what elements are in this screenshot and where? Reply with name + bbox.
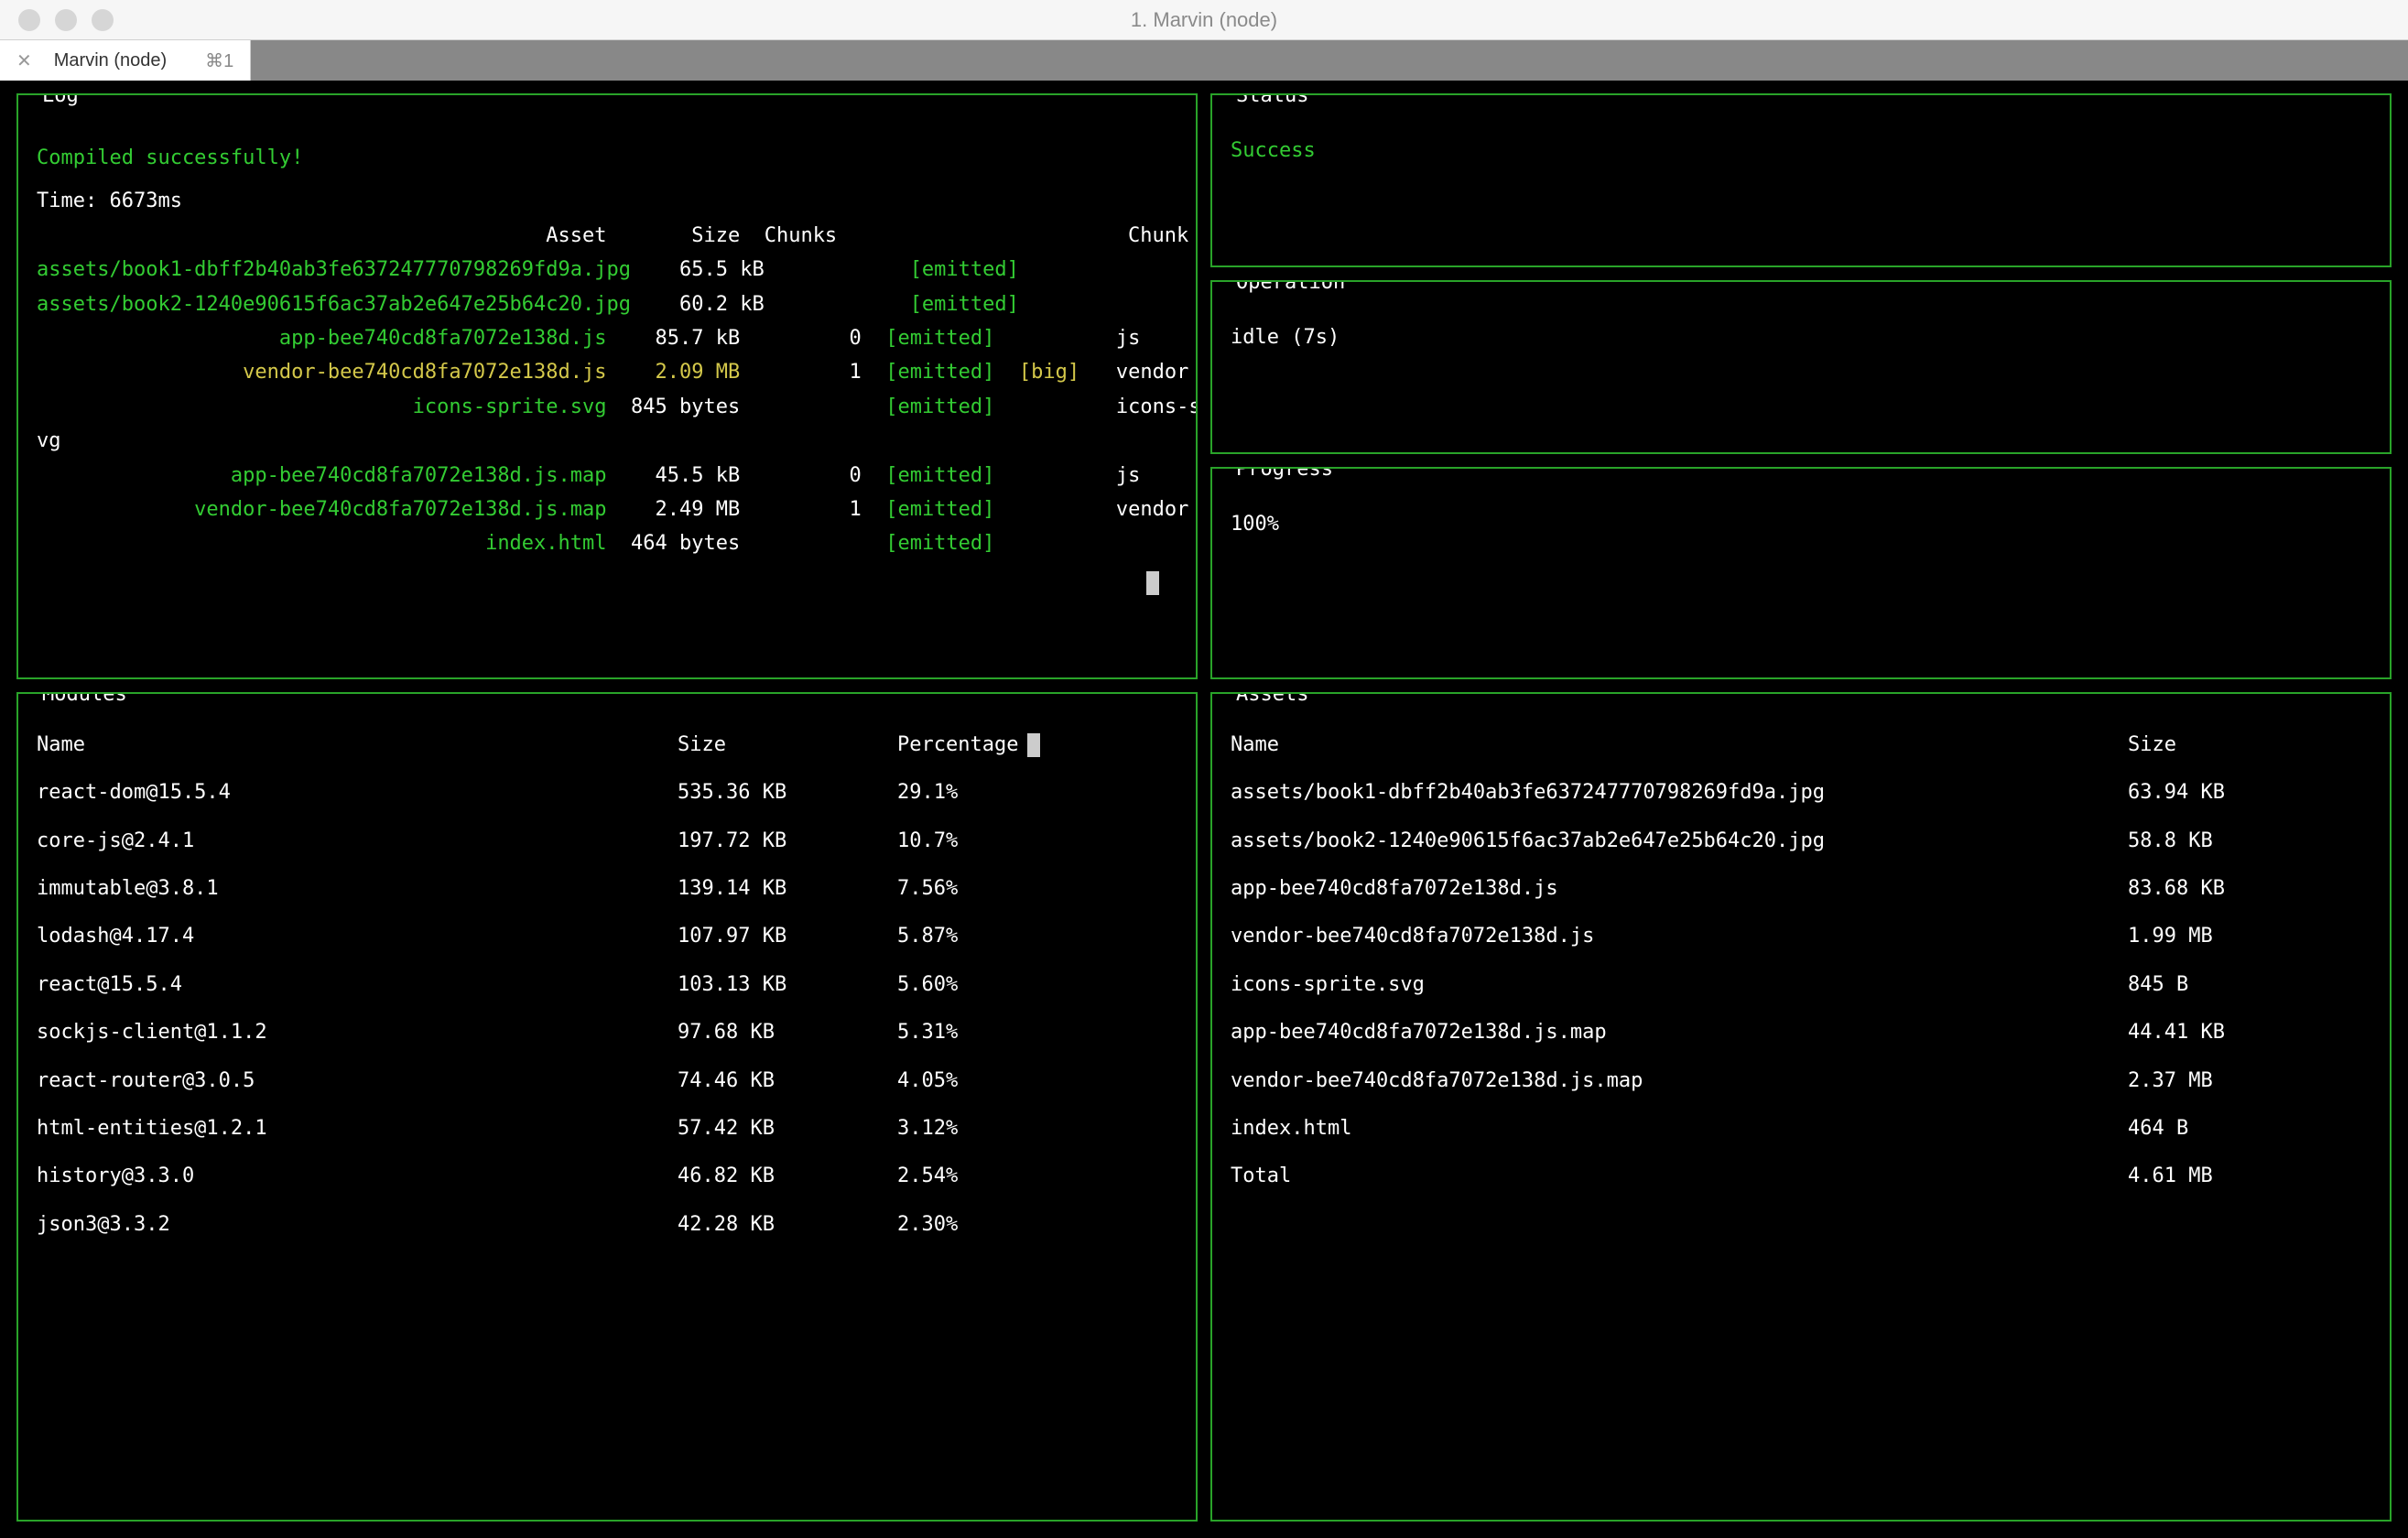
asset-name: app-bee740cd8fa7072e138d.js bbox=[1231, 865, 2128, 913]
asset-size: 2.37 MB bbox=[2128, 1057, 2371, 1105]
asset-size: 4.61 MB bbox=[2128, 1153, 2371, 1200]
module-name: html-entities@1.2.1 bbox=[37, 1105, 678, 1153]
terminal-area[interactable]: Log Compiled successfully! Time: 6673ms … bbox=[0, 81, 2408, 1538]
module-size: 57.42 KB bbox=[678, 1105, 897, 1153]
asset-name: icons-sprite.svg bbox=[1231, 961, 2128, 1009]
tab-bar: ✕ Marvin (node) ⌘1 bbox=[0, 40, 2408, 81]
module-pct: 5.31% bbox=[897, 1009, 1177, 1056]
module-size: 42.28 KB bbox=[678, 1201, 897, 1249]
operation-panel: Operation idle (7s) bbox=[1210, 280, 2392, 454]
asset-name: Total bbox=[1231, 1153, 2128, 1200]
module-name: core-js@2.4.1 bbox=[37, 818, 678, 865]
module-size: 139.14 KB bbox=[678, 865, 897, 913]
module-pct: 4.05% bbox=[897, 1057, 1177, 1105]
tab-label: Marvin (node) bbox=[54, 50, 167, 71]
progress-panel: Progress 100% bbox=[1210, 467, 2392, 679]
module-name: history@3.3.0 bbox=[37, 1153, 678, 1200]
module-name: react-router@3.0.5 bbox=[37, 1057, 678, 1105]
asset-name: app-bee740cd8fa7072e138d.js.map bbox=[1231, 1009, 2128, 1056]
window-controls bbox=[0, 9, 114, 31]
asset-size: 63.94 KB bbox=[2128, 769, 2371, 817]
zoom-window-icon[interactable] bbox=[92, 9, 114, 31]
modules-col-pct: Percentage bbox=[897, 721, 1177, 769]
module-pct: 2.54% bbox=[897, 1153, 1177, 1200]
log-time-line: Time: 6673ms bbox=[37, 184, 1177, 218]
assets-col-size: Size bbox=[2128, 721, 2371, 769]
tab-shortcut: ⌘1 bbox=[205, 49, 233, 72]
asset-size: 83.68 KB bbox=[2128, 865, 2371, 913]
asset-size: 1.99 MB bbox=[2128, 913, 2371, 960]
module-name: sockjs-client@1.1.2 bbox=[37, 1009, 678, 1056]
asset-size: 845 B bbox=[2128, 961, 2371, 1009]
progress-value: 100% bbox=[1231, 509, 2371, 540]
asset-size: 44.41 KB bbox=[2128, 1009, 2371, 1056]
asset-name: vendor-bee740cd8fa7072e138d.js bbox=[1231, 913, 2128, 960]
module-pct: 10.7% bbox=[897, 818, 1177, 865]
module-name: immutable@3.8.1 bbox=[37, 865, 678, 913]
minimize-window-icon[interactable] bbox=[55, 9, 77, 31]
asset-name: index.html bbox=[1231, 1105, 2128, 1153]
module-pct: 3.12% bbox=[897, 1105, 1177, 1153]
status-panel: Status Success bbox=[1210, 93, 2392, 267]
tab-active[interactable]: ✕ Marvin (node) ⌘1 bbox=[0, 40, 251, 81]
module-size: 74.46 KB bbox=[678, 1057, 897, 1105]
asset-name: assets/book1-dbff2b40ab3fe63724777079826… bbox=[1231, 769, 2128, 817]
module-size: 107.97 KB bbox=[678, 913, 897, 960]
modules-col-name: Name bbox=[37, 721, 678, 769]
module-name: react@15.5.4 bbox=[37, 961, 678, 1009]
cursor-icon bbox=[1146, 571, 1159, 595]
status-value: Success bbox=[1231, 135, 2371, 167]
modules-col-size: Size bbox=[678, 721, 897, 769]
module-name: lodash@4.17.4 bbox=[37, 913, 678, 960]
window-titlebar: 1. Marvin (node) bbox=[0, 0, 2408, 40]
module-name: react-dom@15.5.4 bbox=[37, 769, 678, 817]
module-pct: 7.56% bbox=[897, 865, 1177, 913]
log-table: Asset Size Chunks Chunk Names assets/boo… bbox=[37, 219, 1177, 561]
module-size: 46.82 KB bbox=[678, 1153, 897, 1200]
cursor-icon bbox=[1027, 733, 1040, 757]
asset-name: vendor-bee740cd8fa7072e138d.js.map bbox=[1231, 1057, 2128, 1105]
close-tab-icon[interactable]: ✕ bbox=[16, 49, 32, 72]
modules-panel-title: Modules bbox=[37, 692, 133, 710]
log-panel-title: Log bbox=[37, 93, 84, 112]
operation-value: idle (7s) bbox=[1231, 322, 2371, 353]
assets-panel-title: Assets bbox=[1231, 692, 1314, 710]
window-title: 1. Marvin (node) bbox=[1131, 8, 1277, 32]
log-compiled-line: Compiled successfully! bbox=[37, 141, 1177, 175]
status-panel-title: Status bbox=[1231, 93, 1314, 112]
module-pct: 5.87% bbox=[897, 913, 1177, 960]
close-window-icon[interactable] bbox=[18, 9, 40, 31]
module-pct: 29.1% bbox=[897, 769, 1177, 817]
log-panel: Log Compiled successfully! Time: 6673ms … bbox=[16, 93, 1198, 679]
modules-panel: Modules NameSizePercentage react-dom@15.5… bbox=[16, 692, 1198, 1522]
module-name: json3@3.3.2 bbox=[37, 1201, 678, 1249]
module-pct: 2.30% bbox=[897, 1201, 1177, 1249]
module-size: 103.13 KB bbox=[678, 961, 897, 1009]
module-size: 197.72 KB bbox=[678, 818, 897, 865]
module-pct: 5.60% bbox=[897, 961, 1177, 1009]
assets-panel: Assets NameSizeassets/book1-dbff2b40ab3f… bbox=[1210, 692, 2392, 1522]
operation-panel-title: Operation bbox=[1231, 280, 1350, 298]
progress-panel-title: Progress bbox=[1231, 467, 1339, 485]
module-size: 97.68 KB bbox=[678, 1009, 897, 1056]
asset-name: assets/book2-1240e90615f6ac37ab2e647e25b… bbox=[1231, 818, 2128, 865]
asset-size: 58.8 KB bbox=[2128, 818, 2371, 865]
asset-size: 464 B bbox=[2128, 1105, 2371, 1153]
module-size: 535.36 KB bbox=[678, 769, 897, 817]
assets-col-name: Name bbox=[1231, 721, 2128, 769]
